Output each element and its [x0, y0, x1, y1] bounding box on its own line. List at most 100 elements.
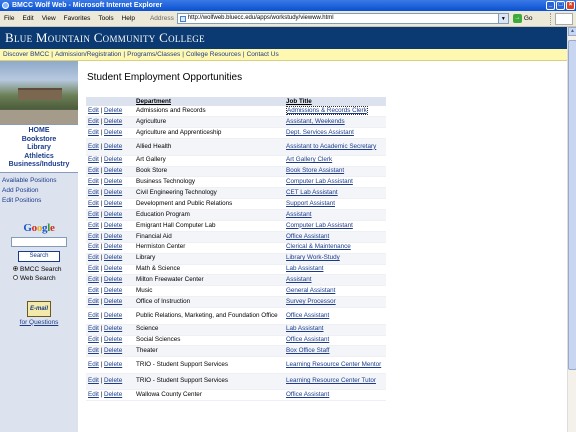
radio-web-search[interactable]: Web Search: [13, 274, 78, 283]
edit-link[interactable]: Edit: [88, 243, 99, 251]
add-position-link[interactable]: Add Position: [2, 186, 78, 196]
delete-link[interactable]: Delete: [104, 178, 122, 185]
job-title-link[interactable]: Admissions & Records Clerk: [286, 105, 368, 115]
edit-link[interactable]: Edit: [88, 222, 99, 229]
nav-programs-classes[interactable]: Programs/Classes: [127, 51, 180, 58]
sidebar-item-library[interactable]: Library: [0, 144, 78, 153]
delete-link[interactable]: Delete: [104, 325, 122, 333]
edit-link[interactable]: Edit: [88, 211, 99, 218]
edit-link[interactable]: Edit: [88, 377, 99, 385]
google-search-input[interactable]: [11, 236, 67, 247]
edit-link[interactable]: Edit: [88, 336, 99, 343]
header-job-title[interactable]: Job Title: [284, 97, 386, 106]
job-title-link[interactable]: Assistant: [286, 276, 312, 283]
job-title-link[interactable]: Library Work-Study: [286, 254, 340, 262]
sidebar-item-bookstore[interactable]: Bookstore: [0, 136, 78, 145]
edit-link[interactable]: Edit: [88, 254, 99, 262]
job-title-link[interactable]: Assistant, Weekends: [286, 118, 345, 125]
job-title-link[interactable]: Lab Assistant: [286, 265, 323, 273]
job-title-link[interactable]: CET Lab Assistant: [286, 189, 338, 196]
menu-tools[interactable]: Tools: [94, 15, 117, 22]
toolbar-grip-icon[interactable]: [550, 12, 552, 25]
job-title-link[interactable]: Support Assistant: [286, 200, 335, 207]
sidebar-item-home[interactable]: HOME: [0, 127, 78, 136]
delete-link[interactable]: Delete: [104, 377, 122, 385]
job-title-link[interactable]: Learning Resource Center Tutor: [286, 377, 376, 385]
delete-link[interactable]: Delete: [104, 265, 122, 273]
job-title-link[interactable]: Dept. Services Assistant: [286, 129, 354, 136]
delete-link[interactable]: Delete: [104, 167, 122, 175]
delete-link[interactable]: Delete: [104, 129, 122, 136]
nav-admission-registration[interactable]: Admission/Registration: [55, 51, 121, 58]
edit-link[interactable]: Edit: [88, 167, 99, 175]
menu-help[interactable]: Help: [118, 15, 139, 22]
edit-link[interactable]: Edit: [88, 107, 99, 114]
edit-link[interactable]: Edit: [88, 129, 99, 136]
delete-link[interactable]: Delete: [104, 143, 122, 150]
job-title-link[interactable]: Box Office Staff: [286, 347, 330, 354]
delete-link[interactable]: Delete: [104, 243, 122, 251]
delete-link[interactable]: Delete: [104, 189, 122, 196]
address-input[interactable]: http://wolfweb.bluecc.edu/apps/workstudy…: [176, 13, 499, 24]
nav-discover-bmcc[interactable]: Discover BMCC: [3, 51, 49, 58]
delete-link[interactable]: Delete: [104, 107, 122, 114]
job-title-link[interactable]: Clerical & Maintenance: [286, 243, 351, 251]
edit-link[interactable]: Edit: [88, 200, 99, 207]
header-department[interactable]: Department: [134, 97, 284, 106]
edit-link[interactable]: Edit: [88, 361, 99, 368]
job-title-link[interactable]: Lab Assistant: [286, 325, 323, 333]
job-title-link[interactable]: Office Assistant: [286, 312, 329, 319]
edit-link[interactable]: Edit: [88, 265, 99, 273]
delete-link[interactable]: Delete: [104, 347, 122, 354]
edit-link[interactable]: Edit: [88, 298, 99, 305]
sidebar-item-athletics[interactable]: Athletics: [0, 153, 78, 162]
sidebar-item-business-industry[interactable]: Business/Industry: [0, 161, 78, 170]
delete-link[interactable]: Delete: [104, 312, 122, 319]
delete-link[interactable]: Delete: [104, 298, 122, 305]
edit-link[interactable]: Edit: [88, 143, 99, 150]
go-button[interactable]: → Go: [512, 14, 533, 23]
edit-link[interactable]: Edit: [88, 156, 99, 164]
radio-bmcc-search[interactable]: BMCC Search: [13, 265, 78, 274]
edit-link[interactable]: Edit: [88, 118, 99, 125]
menu-view[interactable]: View: [38, 15, 60, 22]
job-title-link[interactable]: Assistant to Academic Secretary: [286, 143, 376, 150]
delete-link[interactable]: Delete: [104, 211, 122, 218]
nav-college-resources[interactable]: College Resources: [186, 51, 241, 58]
edit-link[interactable]: Edit: [88, 391, 99, 398]
email-icon[interactable]: E-mail: [27, 300, 51, 317]
delete-link[interactable]: Delete: [104, 287, 122, 294]
menu-file[interactable]: File: [0, 15, 18, 22]
close-button[interactable]: ×: [566, 1, 575, 10]
edit-link[interactable]: Edit: [88, 276, 99, 283]
edit-link[interactable]: Edit: [88, 178, 99, 185]
delete-link[interactable]: Delete: [104, 200, 122, 207]
edit-link[interactable]: Edit: [88, 189, 99, 196]
job-title-link[interactable]: Assistant: [286, 211, 312, 218]
edit-link[interactable]: Edit: [88, 347, 99, 354]
vertical-scrollbar[interactable]: ▲: [567, 27, 576, 432]
address-dropdown-icon[interactable]: ▼: [498, 13, 509, 24]
scroll-up-icon[interactable]: ▲: [568, 27, 576, 36]
minimize-button[interactable]: _: [546, 1, 555, 10]
email-questions-link[interactable]: for Questions: [0, 319, 78, 326]
job-title-link[interactable]: General Assistant: [286, 287, 335, 294]
delete-link[interactable]: Delete: [104, 391, 122, 398]
edit-link[interactable]: Edit: [88, 312, 99, 319]
job-title-link[interactable]: Office Assistant: [286, 336, 329, 343]
job-title-link[interactable]: Art Gallery Clerk: [286, 156, 332, 164]
menu-edit[interactable]: Edit: [18, 15, 37, 22]
delete-link[interactable]: Delete: [104, 118, 122, 125]
job-title-link[interactable]: Book Store Assistant: [286, 167, 344, 175]
maximize-button[interactable]: □: [556, 1, 565, 10]
job-title-link[interactable]: Computer Lab Assistant: [286, 222, 353, 229]
edit-link[interactable]: Edit: [88, 325, 99, 333]
menu-favorites[interactable]: Favorites: [60, 15, 95, 22]
delete-link[interactable]: Delete: [104, 336, 122, 343]
job-title-link[interactable]: Office Assistant: [286, 233, 329, 240]
delete-link[interactable]: Delete: [104, 361, 122, 368]
delete-link[interactable]: Delete: [104, 254, 122, 262]
job-title-link[interactable]: Survey Processor: [286, 298, 336, 305]
delete-link[interactable]: Delete: [104, 233, 122, 240]
scroll-thumb[interactable]: [568, 40, 576, 370]
